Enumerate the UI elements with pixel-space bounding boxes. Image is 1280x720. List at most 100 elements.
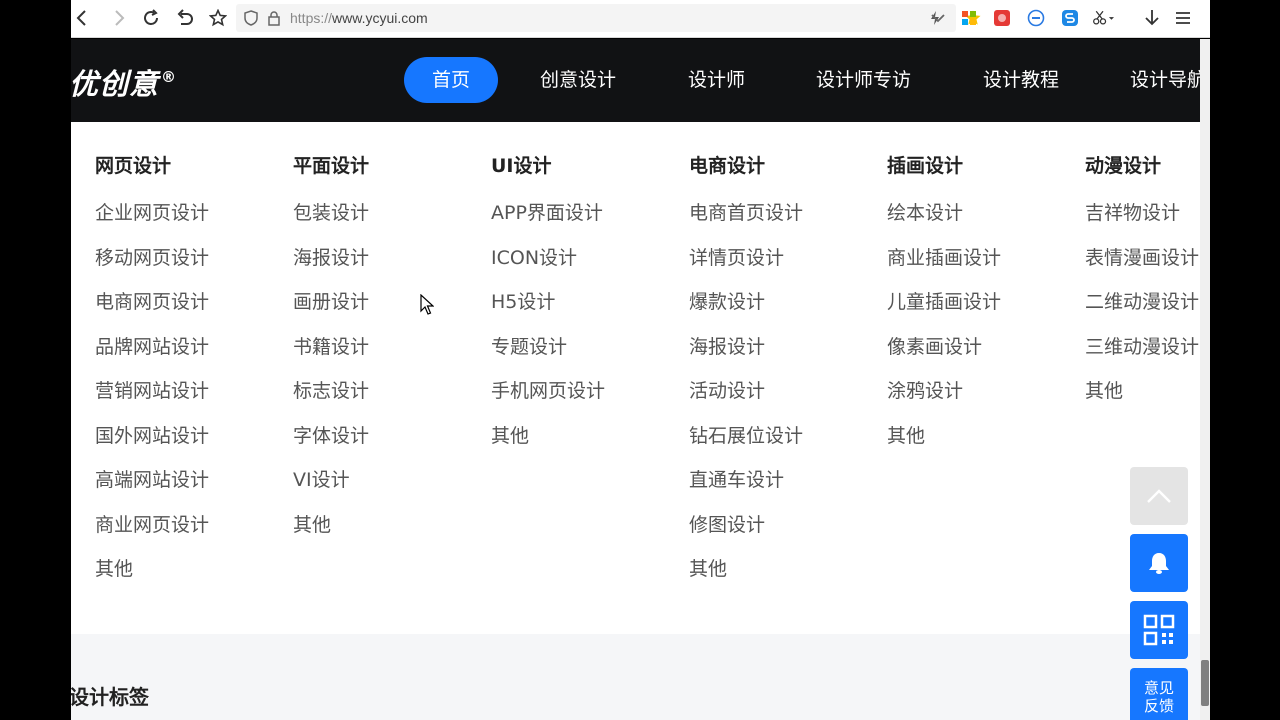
menu-link[interactable]: 国外网站设计 [95, 423, 209, 468]
menu-link[interactable]: 电商首页设计 [689, 200, 803, 245]
menu-link[interactable]: 吉祥物设计 [1085, 200, 1199, 245]
column-title[interactable]: 网页设计 [95, 152, 209, 180]
menu-link[interactable]: 海报设计 [689, 334, 803, 379]
chevron-up-icon [1147, 489, 1171, 503]
menu-column-ui-design: UI设计 APP界面设计 ICON设计 H5设计 专题设计 手机网页设计 其他 [491, 152, 605, 467]
nav-design-tutorials[interactable]: 设计教程 [983, 57, 1059, 103]
qr-code-icon [1143, 614, 1175, 646]
nav-creative-design[interactable]: 创意设计 [540, 57, 616, 103]
shield-icon[interactable] [240, 7, 262, 29]
menu-link[interactable]: ICON设计 [491, 245, 605, 290]
nav-designer-interviews[interactable]: 设计师专访 [816, 57, 911, 103]
column-list: 包装设计 海报设计 画册设计 书籍设计 标志设计 字体设计 VI设计 其他 [293, 200, 369, 556]
page-scrollbar[interactable] [1200, 39, 1210, 720]
scissors-icon[interactable] [1092, 7, 1114, 29]
qq-contact-button[interactable] [1130, 534, 1188, 592]
menu-link[interactable]: 修图设计 [689, 512, 803, 557]
menu-link[interactable]: 其他 [1085, 378, 1199, 423]
menu-link[interactable]: 活动设计 [689, 378, 803, 423]
site-logo[interactable]: 优创意 ® [71, 61, 177, 103]
column-title[interactable]: UI设计 [491, 152, 605, 180]
menu-link[interactable]: 钻石展位设计 [689, 423, 803, 468]
menu-icon[interactable] [1172, 7, 1194, 29]
nav-home[interactable]: 首页 [404, 57, 499, 103]
menu-link[interactable]: 电商网页设计 [95, 289, 209, 334]
feedback-label-line1: 意见 [1143, 679, 1174, 697]
menu-link[interactable]: 其他 [491, 423, 605, 468]
column-title[interactable]: 平面设计 [293, 152, 369, 180]
menu-link[interactable]: 商业插画设计 [887, 245, 1001, 290]
extension-minus-icon[interactable] [1025, 7, 1047, 29]
menu-column-web-design: 网页设计 企业网页设计 移动网页设计 电商网页设计 品牌网站设计 营销网站设计 … [95, 152, 209, 601]
back-icon[interactable] [71, 7, 93, 29]
menu-link[interactable]: 涂鸦设计 [887, 378, 1001, 423]
lock-icon[interactable] [263, 7, 285, 29]
column-title[interactable]: 动漫设计 [1085, 152, 1199, 180]
menu-link[interactable]: 画册设计 [293, 289, 369, 334]
chevron-down-icon[interactable] [927, 7, 949, 29]
menu-column-animation-design: 动漫设计 吉祥物设计 表情漫画设计 二维动漫设计 三维动漫设计 其他 [1085, 152, 1199, 423]
nav-design-navigation[interactable]: 设计导航 [1130, 57, 1200, 103]
menu-link[interactable]: 绘本设计 [887, 200, 1001, 245]
menu-link[interactable]: APP界面设计 [491, 200, 605, 245]
menu-link[interactable]: 爆款设计 [689, 289, 803, 334]
menu-link[interactable]: 商业网页设计 [95, 512, 209, 557]
menu-link[interactable]: 高端网站设计 [95, 467, 209, 512]
menu-link[interactable]: 海报设计 [293, 245, 369, 290]
bell-icon [1149, 553, 1169, 574]
extension-red-icon[interactable] [991, 7, 1013, 29]
url-text: https://www.ycyui.com [290, 10, 428, 26]
menu-link[interactable]: VI设计 [293, 467, 369, 512]
address-bar[interactable]: https://www.ycyui.com [236, 4, 981, 32]
menu-link[interactable]: 像素画设计 [887, 334, 1001, 379]
menu-link[interactable]: 二维动漫设计 [1085, 289, 1199, 334]
site-header: 优创意 ® 首页 创意设计 设计师 设计师专访 设计教程 设计导航 [71, 39, 1200, 122]
qr-code-button[interactable] [1130, 601, 1188, 659]
apps-grid-icon[interactable] [958, 7, 980, 29]
menu-link[interactable]: 其他 [887, 423, 1001, 468]
menu-link[interactable]: 字体设计 [293, 423, 369, 468]
menu-link[interactable]: 儿童插画设计 [887, 289, 1001, 334]
menu-link[interactable]: 三维动漫设计 [1085, 334, 1199, 379]
menu-link[interactable]: 书籍设计 [293, 334, 369, 379]
bookmark-star-icon[interactable] [207, 7, 229, 29]
web-page: 优创意 ® 首页 创意设计 设计师 设计师专访 设计教程 设计导航 网页设计 企业… [71, 39, 1200, 720]
feedback-button[interactable]: 意见 反馈 [1130, 668, 1188, 720]
reload-icon[interactable] [140, 7, 162, 29]
menu-link[interactable]: 包装设计 [293, 200, 369, 245]
menu-link[interactable]: 营销网站设计 [95, 378, 209, 423]
extension-s-icon[interactable] [1059, 7, 1081, 29]
back-to-top-button[interactable] [1130, 467, 1188, 525]
tags-section-background [71, 634, 1200, 720]
feedback-label-line2: 反馈 [1143, 697, 1174, 715]
download-icon[interactable] [1141, 7, 1163, 29]
menu-link[interactable]: 表情漫画设计 [1085, 245, 1199, 290]
menu-link[interactable]: 企业网页设计 [95, 200, 209, 245]
menu-link[interactable]: 其他 [293, 512, 369, 557]
forward-icon[interactable] [108, 7, 130, 29]
menu-link[interactable]: 标志设计 [293, 378, 369, 423]
menu-column-illustration-design: 插画设计 绘本设计 商业插画设计 儿童插画设计 像素画设计 涂鸦设计 其他 [887, 152, 1001, 467]
menu-link[interactable]: 专题设计 [491, 334, 605, 379]
column-list: 吉祥物设计 表情漫画设计 二维动漫设计 三维动漫设计 其他 [1085, 200, 1199, 423]
mouse-cursor-icon [420, 294, 434, 315]
scrollbar-thumb[interactable] [1201, 660, 1209, 706]
menu-link[interactable]: 品牌网站设计 [95, 334, 209, 379]
nav-designers[interactable]: 设计师 [688, 57, 745, 103]
undo-icon[interactable] [174, 7, 196, 29]
menu-column-ecommerce-design: 电商设计 电商首页设计 详情页设计 爆款设计 海报设计 活动设计 钻石展位设计 … [689, 152, 803, 601]
menu-link[interactable]: 其他 [689, 556, 803, 601]
menu-link[interactable]: H5设计 [491, 289, 605, 334]
column-title[interactable]: 电商设计 [689, 152, 803, 180]
browser-toolbar: https://www.ycyui.com [71, 0, 1210, 38]
menu-link[interactable]: 移动网页设计 [95, 245, 209, 290]
menu-link[interactable]: 直通车设计 [689, 467, 803, 512]
column-list: APP界面设计 ICON设计 H5设计 专题设计 手机网页设计 其他 [491, 200, 605, 467]
menu-link[interactable]: 其他 [95, 556, 209, 601]
menu-column-graphic-design: 平面设计 包装设计 海报设计 画册设计 书籍设计 标志设计 字体设计 VI设计 … [293, 152, 369, 556]
column-list: 绘本设计 商业插画设计 儿童插画设计 像素画设计 涂鸦设计 其他 [887, 200, 1001, 467]
section-title-design-tags: 设计标签 [71, 685, 149, 709]
menu-link[interactable]: 详情页设计 [689, 245, 803, 290]
menu-link[interactable]: 手机网页设计 [491, 378, 605, 423]
column-title[interactable]: 插画设计 [887, 152, 1001, 180]
